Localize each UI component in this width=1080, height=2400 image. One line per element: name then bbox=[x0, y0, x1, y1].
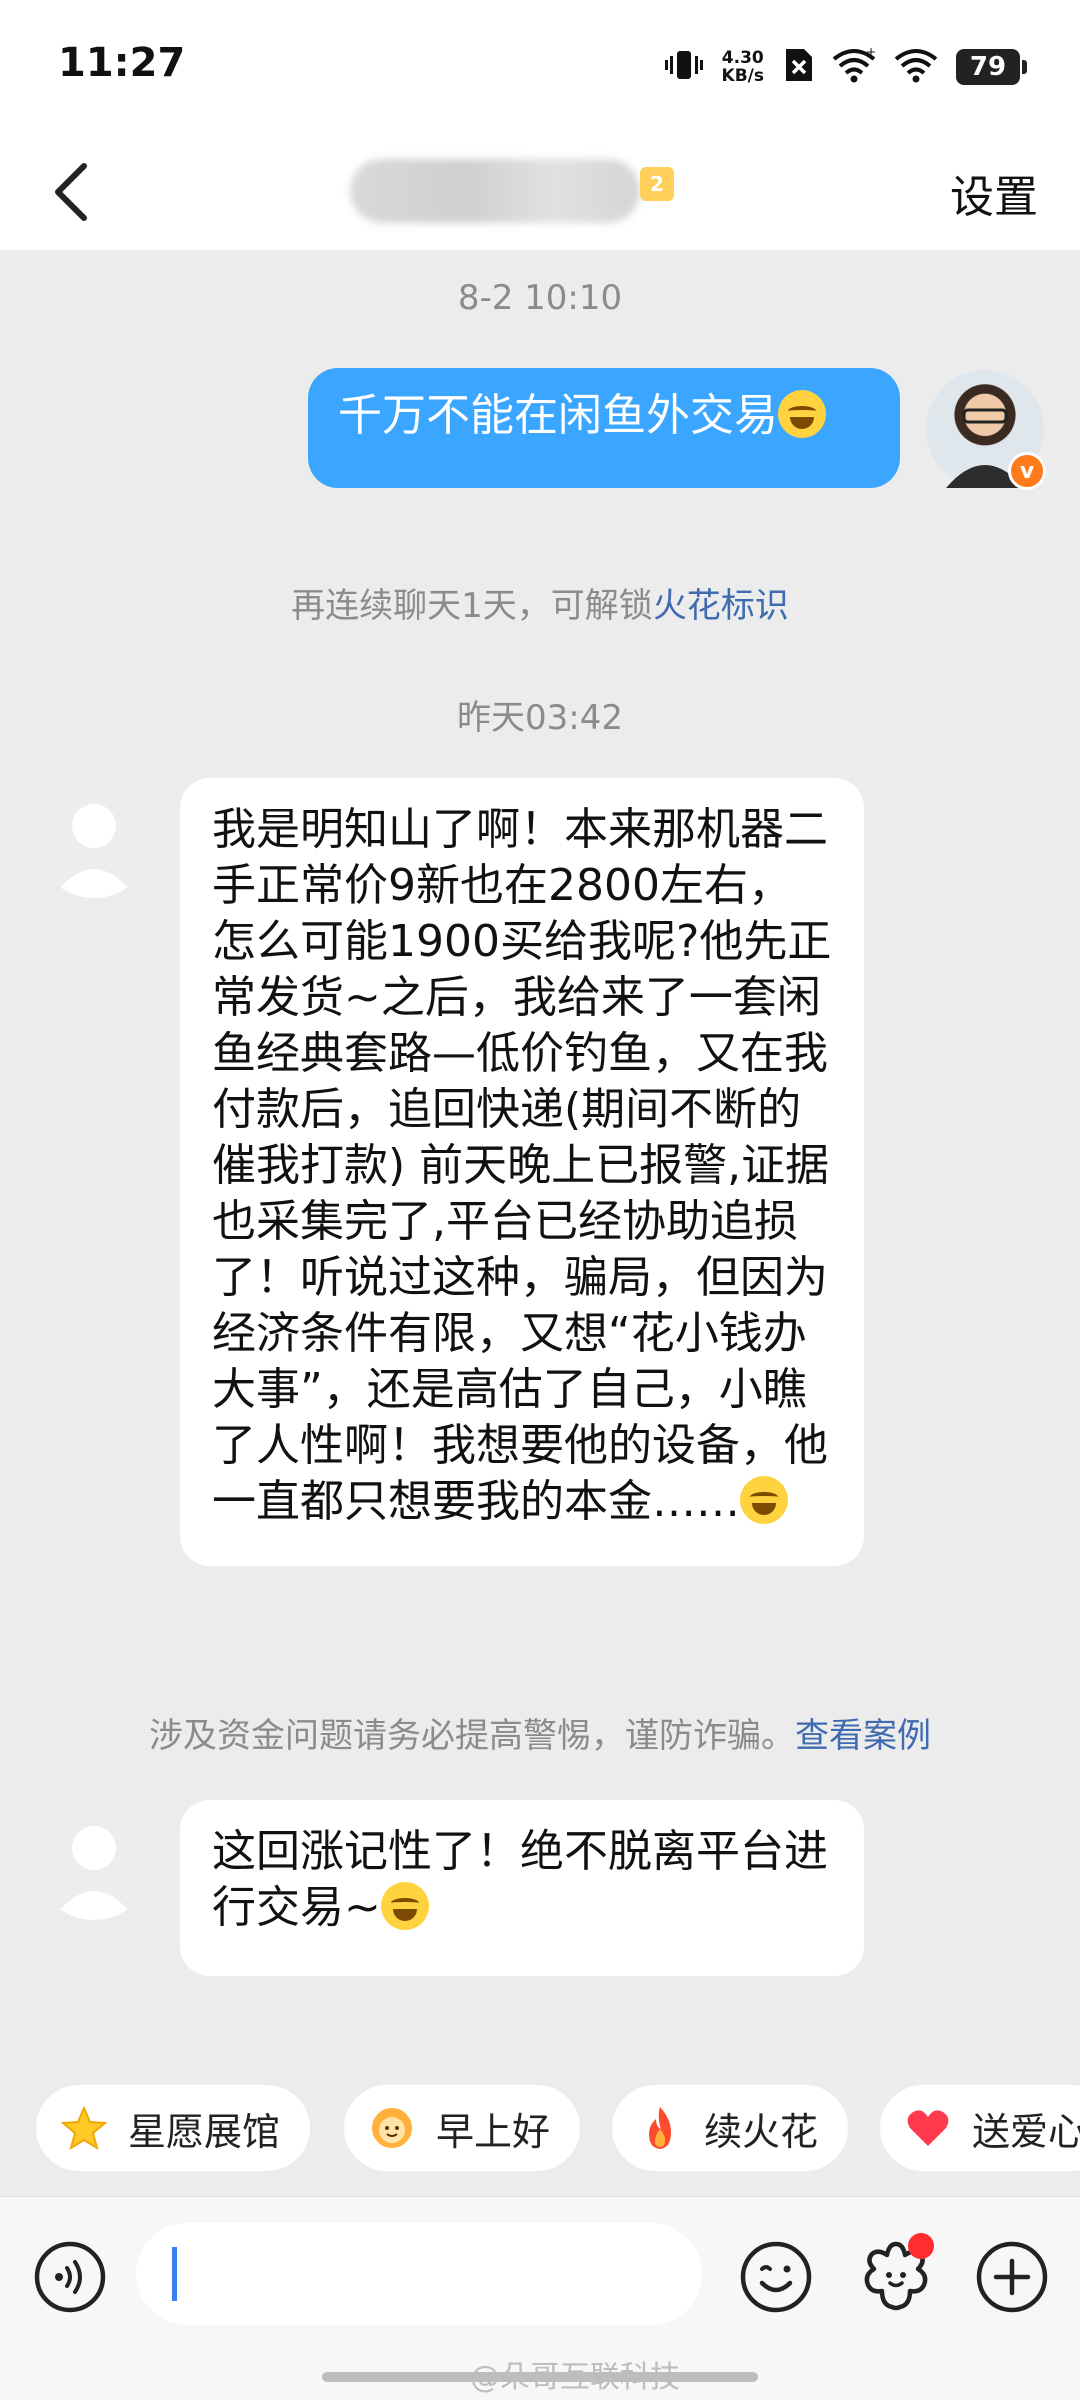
chip-label: 续火花 bbox=[704, 2109, 819, 2154]
message-text: 我是明知山了啊！本来那机器二手正常价9新也在2800左右，怎么可能1900买给我… bbox=[212, 804, 832, 1527]
network-speed-unit: KB/s bbox=[721, 66, 764, 86]
quick-reply-good-morning[interactable]: 早上好 bbox=[344, 2085, 581, 2171]
no-sim-icon bbox=[782, 47, 814, 87]
level-badge: 2 bbox=[640, 167, 674, 201]
heart-icon bbox=[904, 2104, 952, 2152]
sun-face-icon bbox=[368, 2104, 416, 2152]
status-bar: 11:27 4.30 KB/s + 79 bbox=[0, 0, 1080, 135]
svg-text:+: + bbox=[866, 47, 876, 59]
emoji-button[interactable] bbox=[736, 2237, 816, 2317]
message-text: 千万不能在闲鱼外交易 bbox=[338, 390, 778, 441]
battery-indicator: 79 bbox=[956, 49, 1027, 85]
back-button[interactable] bbox=[30, 147, 110, 237]
verified-badge-icon: v bbox=[1008, 452, 1046, 490]
spark-unlock-notice: 再连续聊天1天，可解锁火花标识 bbox=[0, 578, 1080, 627]
status-time: 11:27 bbox=[58, 40, 186, 86]
star-icon bbox=[60, 2104, 108, 2152]
quick-reply-star-gallery[interactable]: 星愿展馆 bbox=[36, 2085, 311, 2171]
default-avatar-icon bbox=[52, 1826, 136, 1920]
contact-name: ■■■■■■■■■■ bbox=[350, 159, 640, 223]
sticker-button[interactable] bbox=[856, 2233, 936, 2317]
chevron-left-icon bbox=[55, 163, 87, 221]
timestamp: 昨天03:42 bbox=[457, 698, 623, 738]
laughing-crying-emoji-icon bbox=[380, 1882, 429, 1930]
text-cursor bbox=[172, 2247, 177, 2301]
status-icons: 4.30 KB/s + 79 bbox=[664, 44, 1027, 90]
chip-label: 星愿展馆 bbox=[128, 2109, 281, 2154]
fire-icon bbox=[636, 2104, 684, 2152]
spark-badge-link[interactable]: 火花标识 bbox=[653, 586, 789, 626]
wifi-icon-secondary bbox=[894, 47, 938, 87]
voice-input-button[interactable] bbox=[30, 2237, 110, 2317]
quick-reply-bar[interactable]: 星愿展馆 早上好 续火花 送爱心 bbox=[0, 2085, 1080, 2175]
laughing-crying-emoji-icon bbox=[740, 1476, 788, 1524]
contact-avatar[interactable] bbox=[36, 782, 152, 898]
contact-avatar[interactable] bbox=[36, 1804, 152, 1920]
watermark: @朵哥互联科技 bbox=[470, 2360, 680, 2395]
fraud-warning-notice: 涉及资金问题请务必提高警惕，谨防诈骗。查看案例 bbox=[0, 1708, 1080, 1757]
timestamp: 8-2 10:10 bbox=[457, 278, 623, 318]
more-button[interactable] bbox=[972, 2237, 1052, 2317]
received-message[interactable]: 我是明知山了啊！本来那机器二手正常价9新也在2800左右，怎么可能1900买给我… bbox=[180, 778, 864, 1566]
network-speed: 4.30 KB/s bbox=[722, 49, 764, 85]
vibrate-icon bbox=[664, 47, 704, 87]
default-avatar-icon bbox=[52, 804, 136, 898]
notice-text: 涉及资金问题请务必提高警惕，谨防诈骗。 bbox=[149, 1716, 795, 1756]
notice-text: 再连续聊天1天，可解锁 bbox=[291, 586, 653, 626]
received-message[interactable]: 这回涨记性了！绝不脱离平台进行交易~ bbox=[180, 1800, 864, 1976]
message-list[interactable]: 8-2 10:10 千万不能在闲鱼外交易 v 再连续聊天1天，可解锁火花标识 昨… bbox=[0, 250, 1080, 2080]
smiley-face-icon bbox=[740, 2241, 812, 2313]
notification-dot bbox=[908, 2233, 934, 2259]
quick-reply-send-love[interactable]: 送爱心 bbox=[880, 2085, 1080, 2171]
my-avatar[interactable]: v bbox=[926, 370, 1046, 490]
quick-reply-continue-spark[interactable]: 续火花 bbox=[612, 2085, 849, 2171]
message-input[interactable] bbox=[136, 2223, 702, 2325]
plus-circle-icon bbox=[976, 2241, 1048, 2313]
chip-label: 送爱心 bbox=[972, 2109, 1080, 2154]
chat-header: ■■■■■■■■■■ 2 设置 bbox=[0, 135, 1080, 250]
chip-label: 早上好 bbox=[436, 2109, 551, 2154]
sent-message[interactable]: 千万不能在闲鱼外交易 bbox=[308, 368, 900, 488]
settings-button[interactable]: 设置 bbox=[950, 161, 1038, 225]
network-speed-value: 4.30 bbox=[721, 48, 764, 68]
voice-icon bbox=[34, 2241, 106, 2313]
view-cases-link[interactable]: 查看案例 bbox=[795, 1716, 931, 1756]
message-text: 这回涨记性了！绝不脱离平台进行交易~ bbox=[212, 1826, 828, 1933]
laughing-crying-emoji-icon bbox=[778, 390, 826, 438]
wifi-icon: + bbox=[832, 45, 876, 87]
